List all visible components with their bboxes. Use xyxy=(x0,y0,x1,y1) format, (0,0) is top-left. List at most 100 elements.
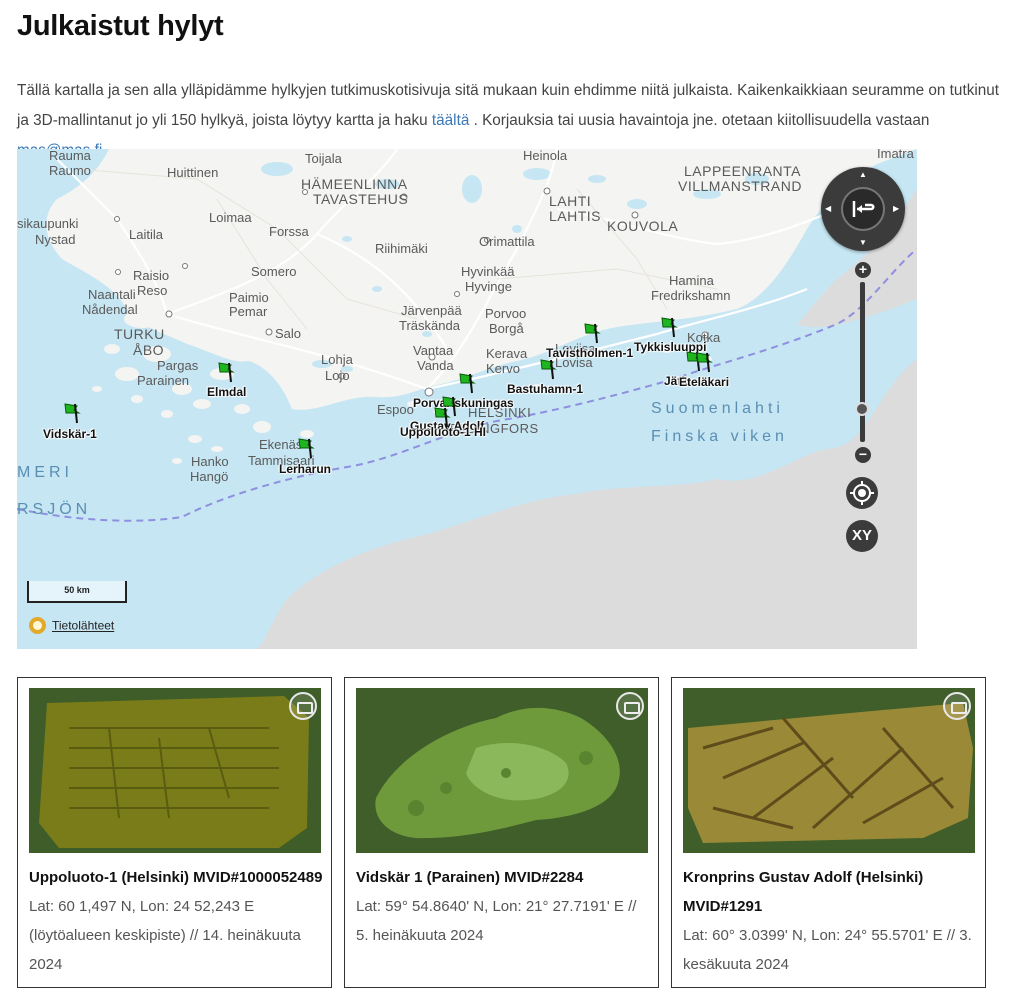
wreck-marker[interactable]: Lerharun xyxy=(279,437,331,476)
flag-icon xyxy=(661,317,678,338)
wreck-photogrammetry-image xyxy=(356,688,648,853)
marker-label: Eteläkari xyxy=(679,375,730,389)
sources-label: Tietolähteet xyxy=(52,618,115,633)
wreck-marker[interactable]: Vidskär-1 xyxy=(43,402,97,441)
wreck-card[interactable]: Vidskär 1 (Parainen) MVID#2284 Lat: 59° … xyxy=(344,677,659,988)
flag-icon xyxy=(459,373,476,394)
coordinate-tool-button[interactable]: XY xyxy=(846,520,878,552)
place-label: Kerava xyxy=(486,346,528,361)
wreck-photogrammetry-image xyxy=(683,688,975,853)
wreck-map[interactable]: Rauma Raumo Huittinen Toijala HÄMEENLINN… xyxy=(17,149,917,649)
place-label: Parainen xyxy=(137,373,190,388)
card-title[interactable]: Uppoluoto-1 (Helsinki) MVID#1000052489 xyxy=(29,863,324,892)
flag-icon xyxy=(218,362,235,383)
place-label: Laitila xyxy=(129,227,163,242)
place-label: Raumo xyxy=(49,163,91,178)
reset-view-button[interactable] xyxy=(841,187,885,231)
card-title[interactable]: Vidskär 1 (Parainen) MVID#2284 xyxy=(356,863,651,892)
mas-logo-icon xyxy=(289,692,317,720)
place-label: Salo xyxy=(275,326,302,341)
place-label: Heinola xyxy=(523,149,568,163)
flag-icon xyxy=(298,438,315,459)
sources-icon xyxy=(29,617,46,634)
place-label: Lojo xyxy=(325,368,350,383)
place-label: Porvoo xyxy=(485,306,527,321)
place-label: Huittinen xyxy=(167,165,219,180)
place-label: Vanda xyxy=(417,358,454,373)
place-label: TURKU xyxy=(114,326,165,342)
place-label: Ekenäs xyxy=(259,437,303,452)
place-label: KOUVOLA xyxy=(607,218,679,234)
place-label: Hangö xyxy=(190,469,229,484)
wreck-marker[interactable]: Tykkisluuppi xyxy=(634,316,706,354)
zoom-out-button[interactable]: − xyxy=(855,447,871,463)
marker-label: Vidskär-1 xyxy=(43,427,97,441)
place-label: RSJÖN xyxy=(17,501,92,518)
place-label: Fredrikshamn xyxy=(651,288,731,303)
wreck-marker[interactable]: Porvariskuningas xyxy=(413,372,514,410)
flag-icon xyxy=(64,403,81,424)
place-label: Träskända xyxy=(399,318,460,333)
wreck-map-link[interactable]: täältä xyxy=(432,112,469,129)
wreck-3d-thumbnail[interactable] xyxy=(356,688,648,853)
place-label: LAPPEENRANTA xyxy=(684,163,801,179)
intro-text-2: . Korjauksia tai uusia havaintoja jne. o… xyxy=(469,112,930,129)
marker-label: Porvariskuningas xyxy=(413,396,514,410)
wreck-marker[interactable]: Uppoluoto-1 HI xyxy=(400,406,486,439)
crosshair-icon xyxy=(850,481,874,505)
return-arrow-icon xyxy=(852,201,875,217)
mas-logo-icon xyxy=(943,692,971,720)
place-label: VILLMANSTRAND xyxy=(678,178,802,194)
zoom-in-button[interactable]: + xyxy=(855,262,871,278)
pan-left-icon[interactable]: ◀ xyxy=(825,205,831,213)
place-label: Paimio xyxy=(229,290,269,305)
flag-icon xyxy=(540,359,557,380)
flag-icon xyxy=(584,323,601,344)
place-label: Pargas xyxy=(157,358,199,373)
place-label: LAHTI xyxy=(549,193,592,209)
place-label: Lohja xyxy=(321,352,353,367)
place-label: Hamina xyxy=(669,273,714,288)
pan-down-icon[interactable]: ▼ xyxy=(859,239,867,247)
wreck-marker[interactable]: Tavistholmen-1 xyxy=(546,322,633,360)
pan-up-icon[interactable]: ▲ xyxy=(859,171,867,179)
place-label: Orimattila xyxy=(479,234,535,249)
place-label: Hyvinkää xyxy=(461,264,515,279)
place-label: TAVASTEHUS xyxy=(313,191,409,207)
wreck-card[interactable]: Kronprins Gustav Adolf (Helsinki) MVID#1… xyxy=(671,677,986,988)
wreck-marker[interactable]: Elmdal xyxy=(207,361,246,399)
place-label: Naantali xyxy=(88,287,136,302)
place-label: Borgå xyxy=(489,321,524,336)
place-label: Riihimäki xyxy=(375,241,428,256)
place-label: Järvenpää xyxy=(401,303,462,318)
data-sources-link[interactable]: Tietolähteet xyxy=(29,617,114,634)
place-label: Rauma xyxy=(49,149,91,163)
pan-compass-control[interactable]: ▲ ▼ ◀ ▶ xyxy=(821,167,905,251)
marker-label: Tavistholmen-1 xyxy=(546,346,634,360)
pan-right-icon[interactable]: ▶ xyxy=(893,205,899,213)
locate-me-button[interactable] xyxy=(846,477,878,509)
wreck-3d-thumbnail[interactable] xyxy=(29,688,321,853)
wreck-marker[interactable]: Bastuhamn-1 xyxy=(507,358,583,396)
card-meta: Lat: 59° 54.8640' N, Lon: 21° 27.7191' E… xyxy=(356,898,637,944)
card-meta: Lat: 60 1,497 N, Lon: 24 52,243 E (löytö… xyxy=(29,898,301,973)
wreck-marker[interactable]: Eteläkari xyxy=(679,351,729,389)
wreck-card[interactable]: Uppoluoto-1 (Helsinki) MVID#1000052489 L… xyxy=(17,677,332,988)
place-label: Somero xyxy=(251,264,297,279)
place-label: ÅBO xyxy=(133,342,165,358)
mas-logo-icon xyxy=(616,692,644,720)
place-label: Nådendal xyxy=(82,302,138,317)
page-title: Julkaistut hylyt xyxy=(17,10,224,42)
zoom-slider-handle[interactable] xyxy=(855,402,869,416)
place-label: Toijala xyxy=(305,151,342,166)
marker-label: Elmdal xyxy=(207,385,247,399)
wreck-3d-thumbnail[interactable] xyxy=(683,688,975,853)
place-label: Loimaa xyxy=(209,210,252,225)
place-label: Kervo xyxy=(486,361,520,376)
place-label: Vantaa xyxy=(413,343,454,358)
zoom-slider-track[interactable] xyxy=(860,282,865,442)
place-label: HÄMEENLINNA xyxy=(301,176,408,192)
card-title[interactable]: Kronprins Gustav Adolf (Helsinki) MVID#1… xyxy=(683,863,978,921)
place-label: MERI xyxy=(17,464,73,481)
place-label: Imatra xyxy=(877,149,914,161)
